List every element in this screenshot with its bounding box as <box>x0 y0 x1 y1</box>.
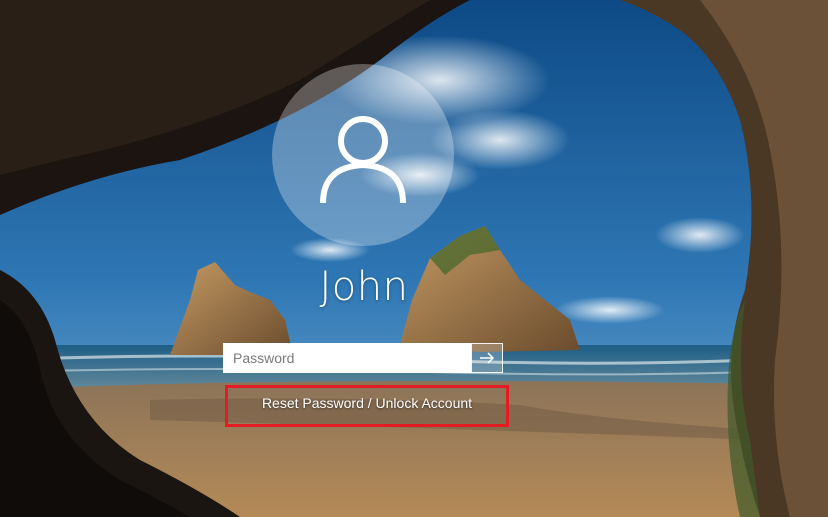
wallpaper-background <box>0 0 828 517</box>
user-avatar <box>272 64 454 246</box>
arrow-right-icon <box>480 352 495 364</box>
password-input[interactable] <box>223 343 471 373</box>
user-name: John <box>319 264 409 310</box>
submit-button[interactable] <box>471 343 503 373</box>
password-row <box>223 343 503 373</box>
user-silhouette-icon <box>320 116 406 204</box>
reset-password-link[interactable]: Reset Password / Unlock Account <box>225 385 509 427</box>
